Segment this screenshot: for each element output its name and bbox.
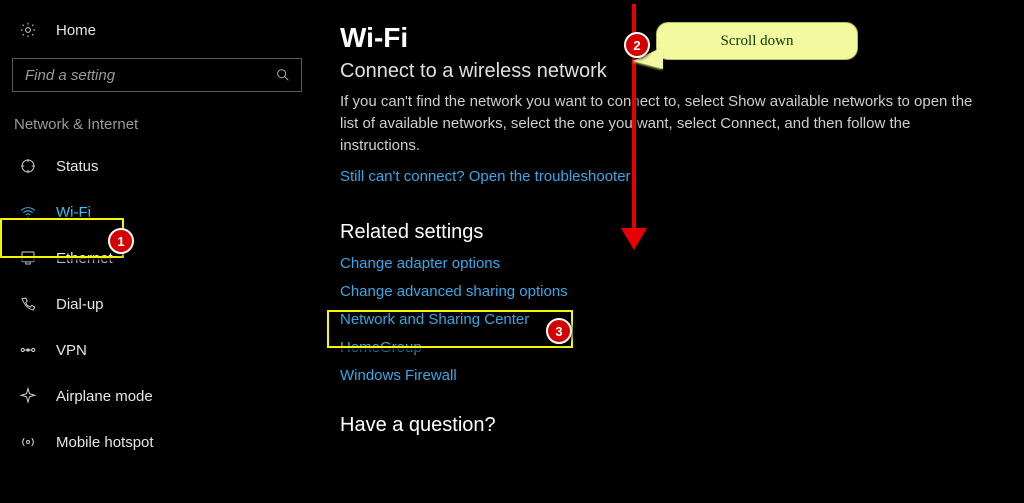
link-homegroup[interactable]: HomeGroup	[340, 339, 1000, 356]
nav-home-label: Home	[56, 22, 96, 39]
section-body-connect: If you can't find the network you want t…	[340, 91, 990, 156]
related-links: Change adapter options Change advanced s…	[340, 255, 1000, 384]
link-troubleshooter[interactable]: Still can't connect? Open the troublesho…	[340, 168, 631, 185]
sidebar-item-dialup[interactable]: Dial-up	[12, 281, 310, 327]
sidebar-item-label: Wi-Fi	[56, 204, 91, 221]
dialup-icon	[18, 294, 38, 314]
sidebar-item-airplane[interactable]: Airplane mode	[12, 373, 310, 419]
annotation-badge-1: 1	[108, 228, 134, 254]
annotation-callout: Scroll down	[656, 22, 858, 60]
nav-home[interactable]: Home	[12, 10, 310, 58]
main-content: Wi-Fi Connect to a wireless network If y…	[340, 22, 1000, 443]
search-box[interactable]	[12, 58, 302, 92]
sidebar-item-status[interactable]: Status	[12, 143, 310, 189]
sidebar-item-vpn[interactable]: VPN	[12, 327, 310, 373]
gear-icon	[18, 20, 38, 40]
link-advanced-sharing[interactable]: Change advanced sharing options	[340, 283, 1000, 300]
hotspot-icon	[18, 432, 38, 452]
sidebar-item-label: Dial-up	[56, 296, 104, 313]
sidebar-item-ethernet[interactable]: Ethernet	[12, 235, 310, 281]
sidebar-item-label: Mobile hotspot	[56, 434, 154, 451]
section-title-related: Related settings	[340, 221, 1000, 244]
category-title: Network & Internet	[12, 114, 310, 143]
link-adapter-options[interactable]: Change adapter options	[340, 255, 1000, 272]
link-network-sharing-center[interactable]: Network and Sharing Center	[340, 311, 1000, 328]
wifi-icon	[18, 202, 38, 222]
sidebar-item-label: VPN	[56, 342, 87, 359]
sidebar-item-wifi[interactable]: Wi-Fi	[12, 189, 310, 235]
search-icon	[275, 67, 291, 83]
sidebar-item-label: Ethernet	[56, 250, 113, 267]
annotation-badge-2: 2	[624, 32, 650, 58]
section-title-question: Have a question?	[340, 414, 1000, 437]
sidebar-item-label: Airplane mode	[56, 388, 153, 405]
sidebar-item-label: Status	[56, 158, 99, 175]
search-input[interactable]	[13, 59, 301, 91]
link-windows-firewall[interactable]: Windows Firewall	[340, 367, 1000, 384]
vpn-icon	[18, 340, 38, 360]
annotation-badge-3: 3	[546, 318, 572, 344]
sidebar-item-hotspot[interactable]: Mobile hotspot	[12, 419, 310, 465]
status-icon	[18, 156, 38, 176]
section-title-connect: Connect to a wireless network	[340, 60, 1000, 83]
airplane-icon	[18, 386, 38, 406]
sidebar: Home Network & Internet Status Wi-Fi Eth…	[0, 0, 310, 503]
ethernet-icon	[18, 248, 38, 268]
